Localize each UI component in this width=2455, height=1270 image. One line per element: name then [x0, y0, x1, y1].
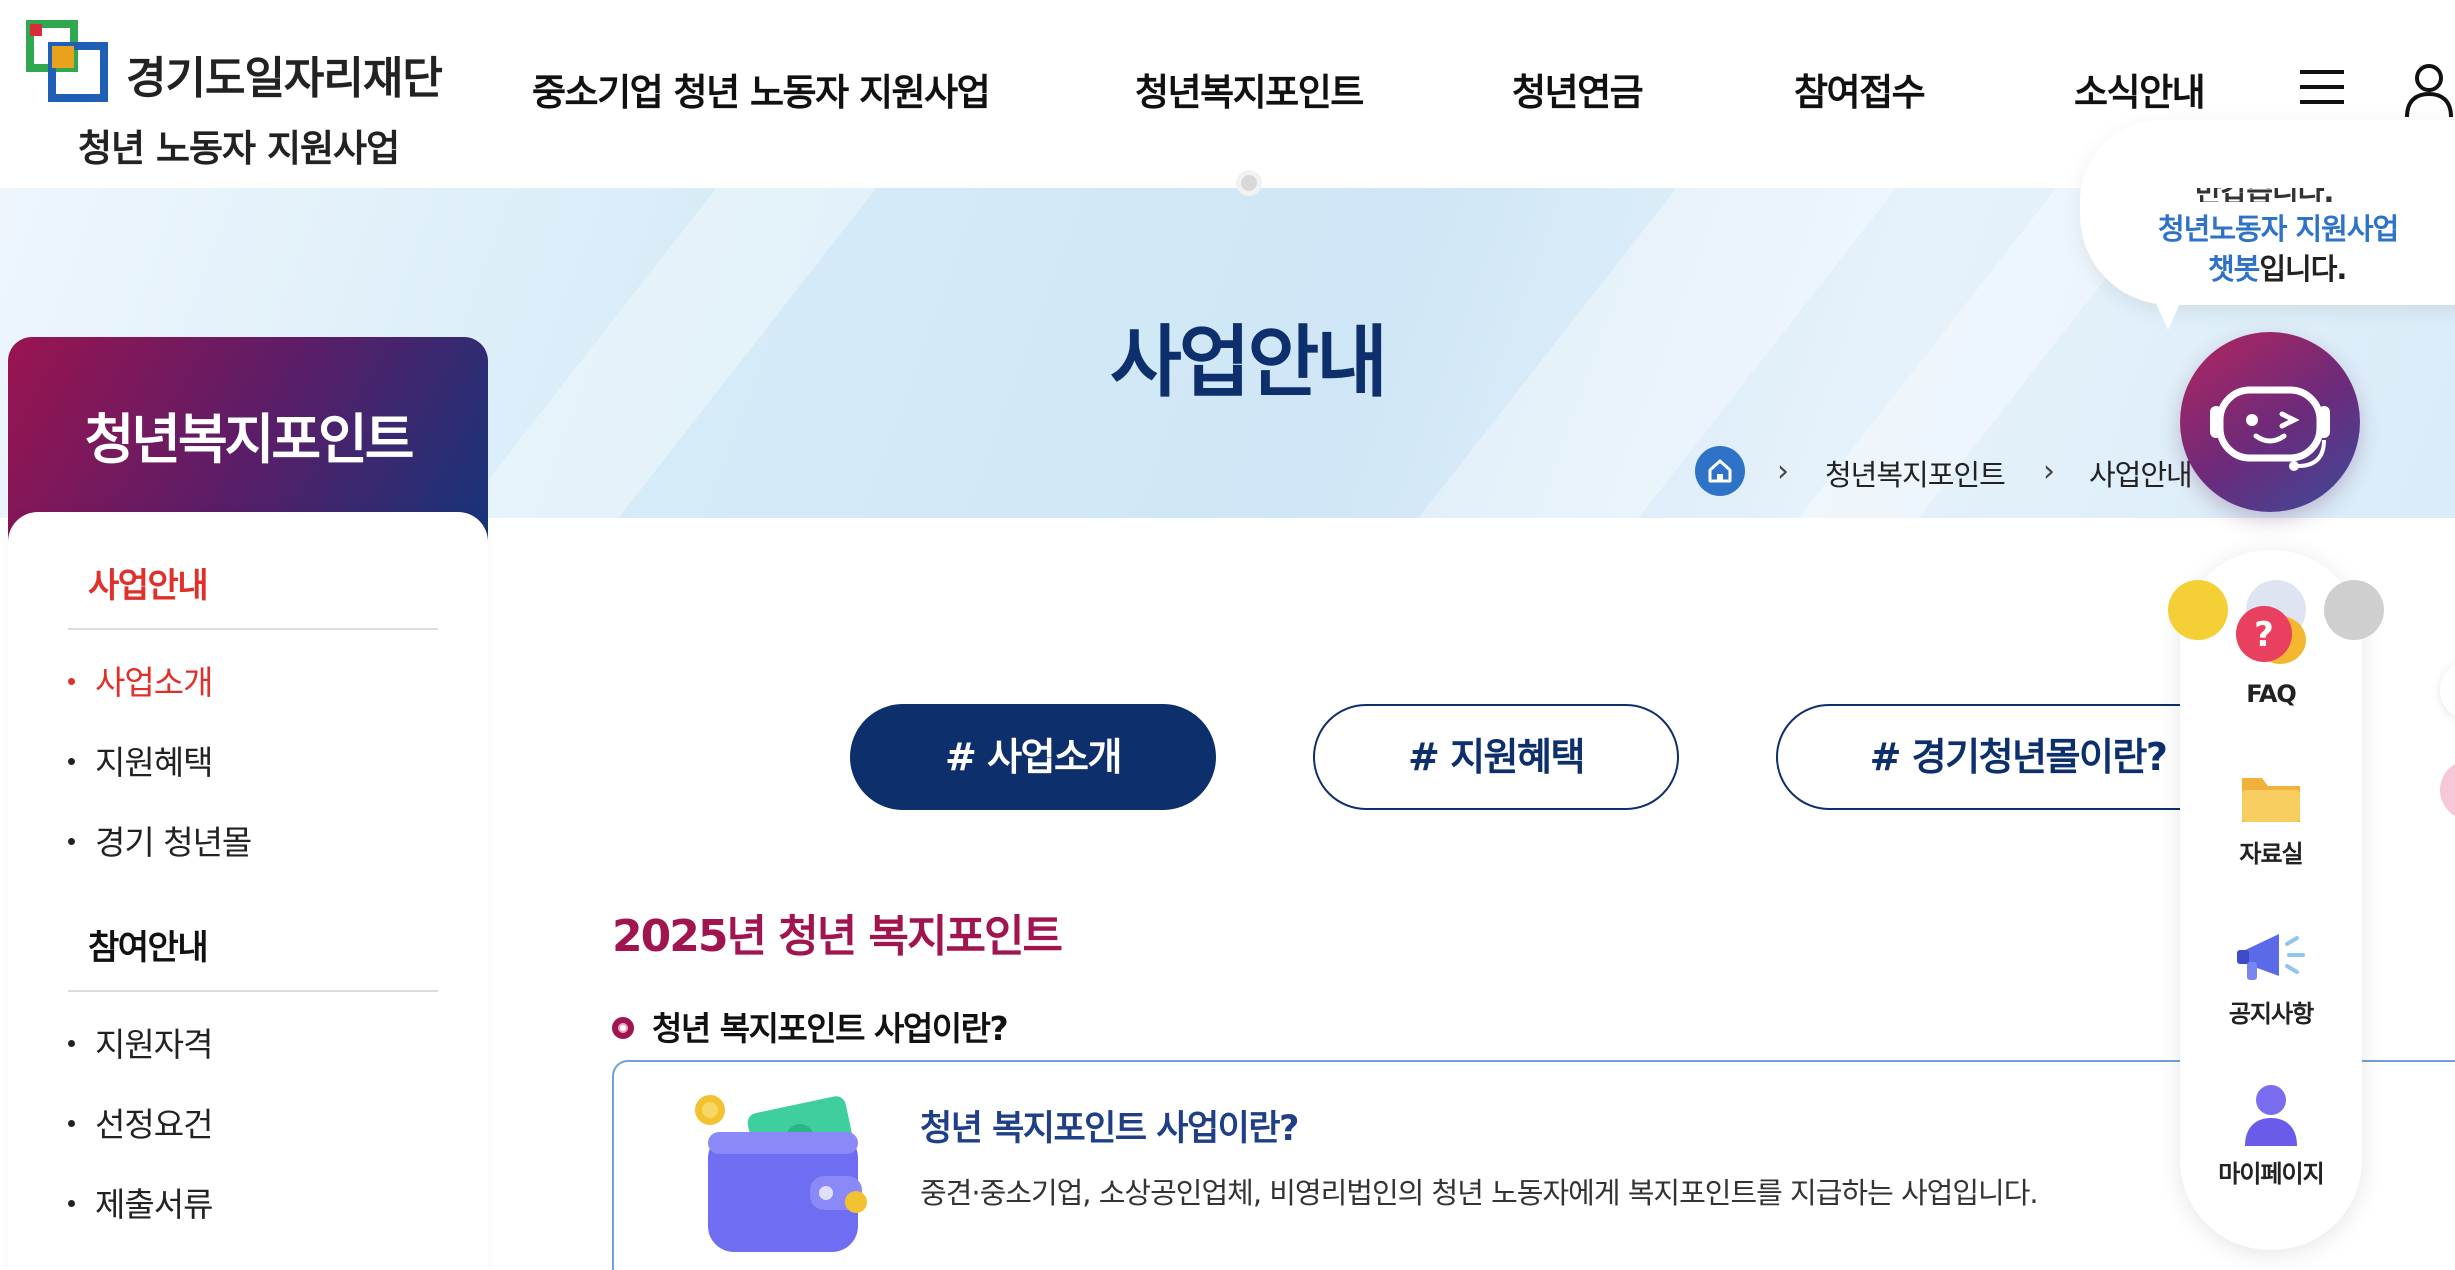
quick-menu-label: 마이페이지	[2218, 1160, 2324, 1188]
hamburger-icon[interactable]	[2300, 70, 2344, 104]
chatbot-button[interactable]	[2180, 332, 2360, 512]
folder-icon	[2242, 778, 2300, 822]
sidebar-divider	[68, 628, 438, 630]
logo-org-name: 경기도일자리재단	[126, 53, 443, 104]
info-box-title: 청년 복지포인트 사업이란?	[920, 1109, 1299, 1149]
sidebar-menu: 사업안내 사업소개 지원혜택 경기 청년몰 참여안내 지원자격 선정요건 제출서…	[8, 512, 488, 1270]
quick-menu-faq[interactable]: ? FAQ	[2180, 604, 2362, 708]
sidebar-item-selection-criteria[interactable]: 선정요건	[68, 1098, 213, 1146]
nav-item-news[interactable]: 소식안내	[2074, 62, 2206, 116]
sidebar-item-eligibility[interactable]: 지원자격	[68, 1018, 213, 1066]
sidebar-item-youth-mall[interactable]: 경기 청년몰	[68, 816, 252, 864]
sidebar-item-label: 선정요건	[95, 1105, 213, 1144]
ring-bullet-icon	[612, 1016, 634, 1039]
info-box-description: 중견·중소기업, 소상공인업체, 비영리법인의 청년 노동자에게 복지포인트를 …	[920, 1176, 2039, 1210]
quick-menu-label: 공지사항	[2228, 1000, 2314, 1028]
bullet-icon	[68, 838, 75, 845]
faq-icon: ?	[2236, 606, 2306, 664]
nav-item-sme-youth-worker[interactable]: 중소기업 청년 노동자 지원사업	[532, 62, 991, 116]
quick-menu-label: FAQ	[2246, 680, 2297, 708]
chatbot-highlight: 챗봇	[2208, 252, 2260, 286]
sidebar-item-label: 지원혜택	[95, 743, 213, 782]
tab-business-intro[interactable]: # 사업소개	[850, 704, 1216, 810]
chatbot-intro-line: 챗봇입니다.	[2208, 246, 2347, 288]
sidebar-title: 청년복지포인트	[84, 408, 415, 471]
sidebar-item-label: 경기 청년몰	[95, 823, 252, 862]
sidebar-item-benefits[interactable]: 지원혜택	[68, 736, 213, 784]
site-header: 경기도일자리재단 청년 노동자 지원사업 중소기업 청년 노동자 지원사업 청년…	[0, 0, 2455, 188]
nav-item-youth-welfare-point[interactable]: 청년복지포인트	[1135, 62, 1364, 116]
bullet-icon	[68, 1040, 75, 1047]
bullet-icon	[68, 758, 75, 765]
site-logo[interactable]: 경기도일자리재단 청년 노동자 지원사업	[26, 20, 443, 170]
chatbot-name-line: 청년노동자 지원사업	[2158, 212, 2399, 246]
sidebar-item-business-intro[interactable]: 사업소개	[68, 656, 213, 704]
sub-title-text: 청년 복지포인트 사업이란?	[652, 1009, 1009, 1048]
chatbot-headset-icon	[2210, 386, 2330, 471]
chatbot-intro-rest: 입니다.	[2259, 252, 2347, 286]
section-title: 2025년 청년 복지포인트	[612, 911, 1063, 962]
sidebar-item-label: 제출서류	[95, 1185, 213, 1224]
sidebar-item-label: 사업소개	[95, 663, 213, 702]
megaphone-icon	[2237, 934, 2305, 980]
chatbot-bubble-tail	[2150, 290, 2186, 330]
sub-title: 청년 복지포인트 사업이란?	[612, 1002, 1009, 1050]
info-box	[612, 1060, 2455, 1270]
floating-button[interactable]	[2440, 760, 2455, 820]
svg-text:?: ?	[2254, 615, 2274, 655]
breadcrumb-item[interactable]: 청년복지포인트	[1825, 452, 2006, 494]
nav-item-youth-pension[interactable]: 청년연금	[1512, 62, 1644, 116]
bullet-icon	[68, 678, 75, 685]
bullet-icon	[68, 1120, 75, 1127]
sidebar-group-business-info[interactable]: 사업안내	[88, 558, 209, 607]
breadcrumb-item[interactable]: 사업안내	[2089, 452, 2193, 494]
home-icon[interactable]	[1695, 446, 1745, 496]
quick-menu-label: 자료실	[2239, 840, 2303, 868]
sidebar-item-documents[interactable]: 제출서류	[68, 1178, 213, 1226]
sidebar-group-participation[interactable]: 참여안내	[88, 920, 209, 969]
wallet-icon	[695, 1095, 867, 1252]
logo-mark-icon	[26, 20, 108, 102]
page-title: 사업안내	[1110, 318, 1388, 408]
scroll-top-button[interactable]	[2440, 660, 2455, 720]
logo-program-name: 청년 노동자 지원사업	[78, 127, 400, 170]
nav-item-apply[interactable]: 참여접수	[1794, 62, 1926, 116]
person-icon	[2245, 1085, 2297, 1146]
chevron-right-icon: ›	[1777, 454, 1789, 489]
quick-menu-archive[interactable]: 자료실	[2180, 768, 2362, 869]
user-icon[interactable]	[2404, 62, 2454, 118]
tab-benefits[interactable]: # 지원혜택	[1313, 704, 1679, 810]
chevron-right-icon: ›	[2043, 454, 2055, 489]
nav-indicator-dot	[1236, 170, 1262, 196]
quick-menu-notice[interactable]: 공지사항	[2180, 926, 2362, 1029]
sidebar-divider	[68, 990, 438, 992]
chatbot-greeting: 반갑습니다.	[2195, 188, 2333, 202]
quick-menu-mypage[interactable]: 마이페이지	[2180, 1082, 2362, 1189]
bullet-icon	[68, 1200, 75, 1207]
sidebar-item-label: 지원자격	[95, 1025, 213, 1064]
